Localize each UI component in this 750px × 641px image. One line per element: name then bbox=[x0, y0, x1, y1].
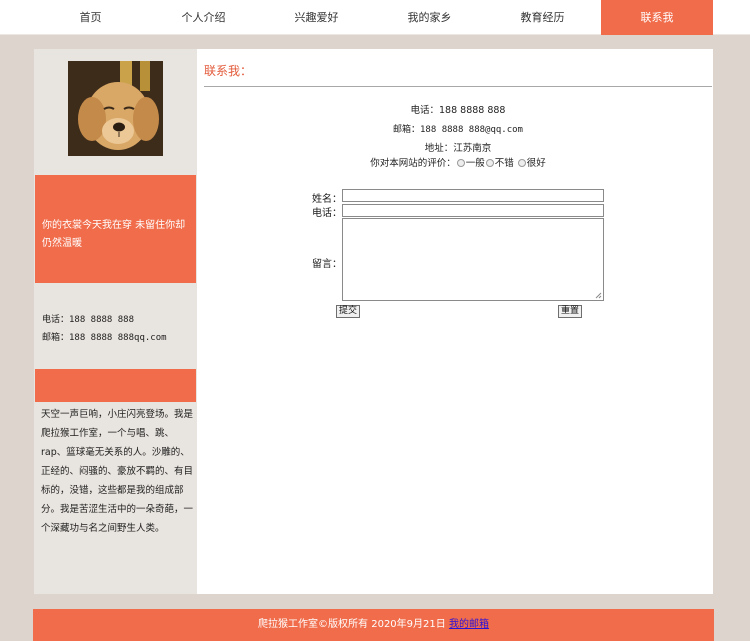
contact-address: 地址：江苏南京 bbox=[424, 143, 492, 154]
message-textarea[interactable] bbox=[342, 218, 604, 301]
rating-label: 你对本网站的评价： bbox=[370, 158, 456, 169]
nav-item-contact[interactable]: 联系我 bbox=[601, 0, 713, 35]
title-divider bbox=[204, 86, 712, 87]
name-label: 姓名： bbox=[312, 194, 342, 205]
submit-button[interactable]: 提交 bbox=[336, 305, 361, 318]
nav-item-hometown[interactable]: 我的家乡 bbox=[373, 0, 486, 35]
page-title: 联系我： bbox=[204, 64, 253, 78]
rating-radio-good[interactable] bbox=[485, 159, 494, 167]
sidebar-section-header bbox=[35, 369, 196, 402]
rating-radio-great[interactable] bbox=[517, 159, 526, 167]
reset-button[interactable]: 重置 bbox=[558, 305, 583, 318]
nav-item-about[interactable]: 个人介绍 bbox=[147, 0, 260, 35]
rating-group: 你对本网站的评价： 一般 不错 很好 bbox=[204, 155, 712, 169]
nav-item-hobbies[interactable]: 兴趣爱好 bbox=[260, 0, 373, 35]
resize-handle-icon[interactable] bbox=[594, 291, 602, 299]
phone-field[interactable] bbox=[342, 204, 604, 217]
rating-option-average: 一般 bbox=[465, 158, 485, 169]
sidebar-intro: 天空一声巨响，小庄闪亮登场。我是爬拉猴工作室，一个与唱、跳、rap、篮球毫无关系… bbox=[41, 409, 194, 534]
quote-box: 你的衣裳今天我在穿 未留住你却仍然温暖 bbox=[35, 175, 196, 283]
nav-item-home[interactable]: 首页 bbox=[34, 0, 147, 35]
quote-text: 你的衣裳今天我在穿 未留住你却仍然温暖 bbox=[42, 220, 186, 249]
phone-label: 电话： bbox=[312, 208, 342, 219]
sidebar: 你的衣裳今天我在穿 未留住你却仍然温暖 电话：188 8888 888 邮箱：1… bbox=[34, 49, 197, 594]
message-label: 留言： bbox=[312, 259, 342, 270]
rating-radio-average[interactable] bbox=[456, 159, 465, 167]
footer: 爬拉猴工作室©版权所有 2020年9月21日 我的邮箱 bbox=[33, 609, 714, 641]
top-nav: 首页 个人介绍 兴趣爱好 我的家乡 教育经历 联系我 bbox=[0, 0, 750, 35]
rating-option-great: 很好 bbox=[526, 158, 546, 169]
footer-copyright: 爬拉猴工作室©版权所有 2020年9月21日 bbox=[258, 619, 446, 630]
sidebar-contact: 电话：188 8888 888 邮箱：188 8888 888qq.com bbox=[42, 311, 167, 347]
nav-item-education[interactable]: 教育经历 bbox=[486, 0, 599, 35]
rating-option-good: 不错 bbox=[494, 158, 514, 169]
sidebar-email: 邮箱：188 8888 888qq.com bbox=[42, 333, 167, 343]
sidebar-phone: 电话：188 8888 888 bbox=[42, 315, 135, 325]
contact-email: 邮箱：188 8888 888@qq.com bbox=[393, 125, 523, 135]
footer-email-link[interactable]: 我的邮箱 bbox=[449, 619, 489, 630]
puppy-image bbox=[68, 61, 163, 156]
contact-phone: 电话：188 8888 888 bbox=[410, 105, 506, 116]
avatar bbox=[68, 61, 163, 156]
name-field[interactable] bbox=[342, 189, 604, 202]
